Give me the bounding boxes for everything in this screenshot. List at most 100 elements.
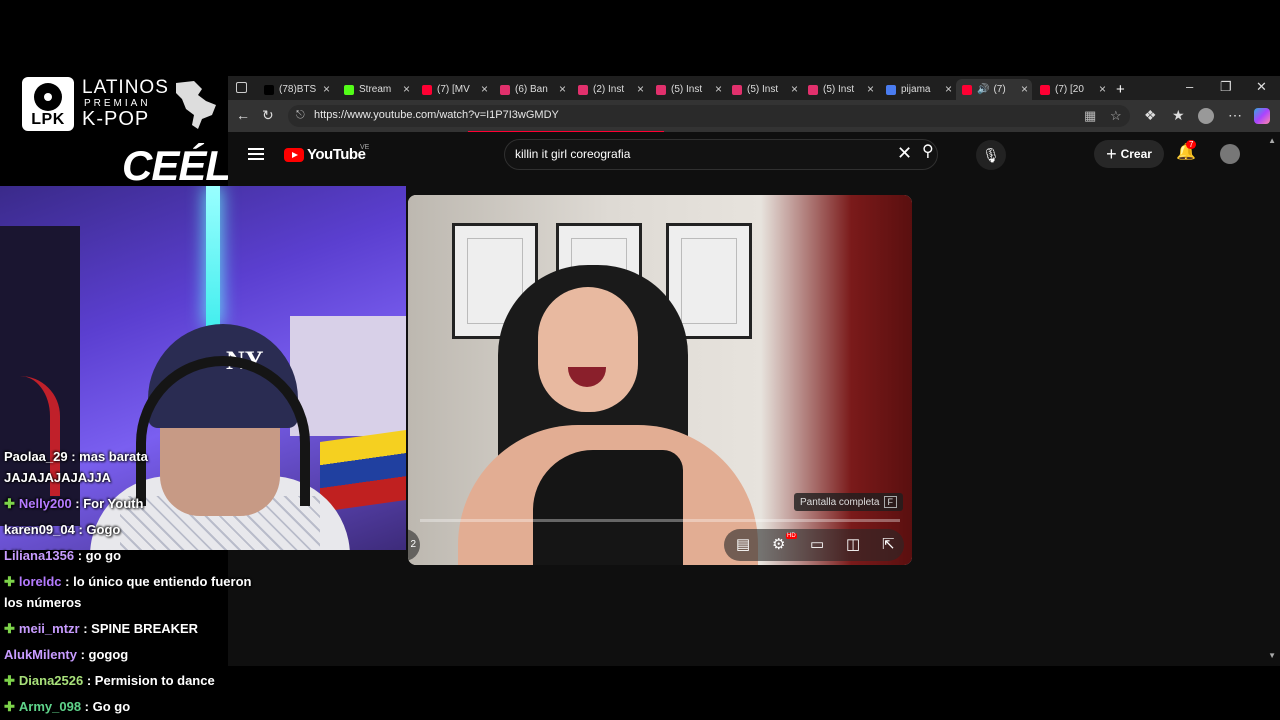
latin-america-map-icon <box>176 81 216 129</box>
chat-message: ✚ meii_mtzr : SPINE BREAKER <box>4 618 198 639</box>
close-window-button[interactable]: ✕ <box>1256 79 1267 95</box>
tab-item[interactable]: (2) Inst × <box>572 79 648 100</box>
close-tab-icon[interactable]: × <box>481 82 488 96</box>
chat-username[interactable]: loreldc <box>19 574 62 589</box>
close-tab-icon[interactable]: × <box>791 82 798 96</box>
chat-username[interactable]: Army_098 <box>19 699 81 714</box>
chat-username[interactable]: AlukMilenty <box>4 647 77 662</box>
tab-item[interactable]: (5) Inst × <box>802 79 878 100</box>
chat-message: Liliana1356 : go go <box>4 545 121 566</box>
chat-text: : go go <box>74 548 122 563</box>
logo-line-3: K-POP <box>82 108 150 130</box>
chat-message: los números <box>4 592 81 613</box>
tab-item[interactable]: (5) Inst × <box>726 79 802 100</box>
chat-message: JAJAJAJAJAJJA <box>4 467 111 488</box>
instagram-icon <box>732 84 742 95</box>
close-tab-icon[interactable]: × <box>715 82 722 96</box>
webcam-flag <box>320 429 406 513</box>
back-icon[interactable]: ← <box>236 107 250 123</box>
tab-item[interactable]: (7) [MV × <box>416 79 492 100</box>
chat-username[interactable]: Nelly200 <box>19 496 72 511</box>
chat-username[interactable]: Paolaa_29 <box>4 449 68 464</box>
chat-message: ✚ loreldc : lo único que entiendo fueron <box>4 571 251 592</box>
vinyl-disc-icon <box>34 83 62 111</box>
close-tab-icon[interactable]: × <box>1099 82 1106 96</box>
minimize-button[interactable]: – <box>1186 79 1193 94</box>
subscriber-gem-icon: ✚ <box>4 699 15 714</box>
chat-overlay: Paolaa_29 : mas barata JAJAJAJAJAJJA ✚ Nell… <box>0 448 268 720</box>
create-button[interactable]: + Crear <box>1094 140 1164 168</box>
subtitles-icon[interactable]: ▤ <box>736 535 750 553</box>
tab-bar: (78)BTS × Stream × (7) [MV × (6) Ban × (2) Inst ×… <box>228 76 1280 100</box>
app-available-icon[interactable]: ▦ <box>1084 108 1096 124</box>
close-tab-icon[interactable]: × <box>559 82 566 96</box>
fullscreen-tooltip-text: Pantalla completa <box>800 497 880 508</box>
profile-avatar[interactable] <box>1198 108 1214 124</box>
tab-item[interactable]: 🔊 (7) × <box>956 79 1032 100</box>
scroll-down-arrow-icon[interactable]: ▼ <box>1268 651 1276 660</box>
subscriber-gem-icon: ✚ <box>4 673 15 688</box>
youtube-logo[interactable]: YouTube <box>284 146 366 163</box>
tab-item[interactable]: (6) Ban × <box>494 79 570 100</box>
url-text: https://www.youtube.com/watch?v=I1P7I3wG… <box>314 109 559 121</box>
settings-gear-icon[interactable]: ⚙ <box>772 535 785 553</box>
close-tab-icon[interactable]: × <box>945 82 952 96</box>
chat-text: : mas barata <box>67 449 148 464</box>
lpk-logo: LPK LATINOS PREMIAN K-POP <box>22 77 222 133</box>
stream-frame: LPK LATINOS PREMIAN K-POP CEÉLE (78)BTS ×… <box>0 0 1280 720</box>
plus-icon: + <box>1106 143 1117 164</box>
chat-text: : SPINE BREAKER <box>79 621 199 636</box>
copilot-icon[interactable] <box>1254 108 1270 124</box>
close-tab-icon[interactable]: × <box>403 82 410 96</box>
tab-label: (78)BTS <box>279 84 317 95</box>
subscriber-gem-icon: ✚ <box>4 574 15 589</box>
close-tab-icon[interactable]: × <box>1021 82 1028 96</box>
extensions-icon[interactable]: ❖ <box>1144 107 1157 124</box>
reload-icon[interactable]: ↻ <box>262 107 274 124</box>
hd-badge: HD <box>786 533 797 539</box>
chat-message: Paolaa_29 : mas barata <box>4 446 148 467</box>
close-tab-icon[interactable]: × <box>867 82 874 96</box>
new-tab-button[interactable]: + <box>1116 79 1136 100</box>
clear-search-icon[interactable]: ✕ <box>897 143 912 164</box>
chat-text: : Permision to dance <box>83 673 215 688</box>
video-player[interactable]: Pantalla completa F 2 ▤ ⚙ HD ▭ ◫ ⇱ <box>408 195 912 565</box>
fullscreen-icon[interactable]: ⇱ <box>882 535 895 553</box>
favorite-star-icon[interactable]: ☆ <box>1110 108 1122 124</box>
speaker-icon[interactable]: 🔊 <box>977 84 989 95</box>
chat-username[interactable]: Diana2526 <box>19 673 83 688</box>
chat-text: : For Youth <box>71 496 144 511</box>
chat-username[interactable]: Liliana1356 <box>4 548 74 563</box>
tab-item[interactable]: (7) [20 × <box>1034 79 1110 100</box>
tab-label: Stream <box>359 84 392 95</box>
gemini-icon <box>886 84 896 95</box>
restore-button[interactable]: ❐ <box>1220 79 1232 95</box>
search-input[interactable] <box>515 147 875 161</box>
theater-mode-icon[interactable]: ▭ <box>810 535 824 553</box>
chat-username[interactable]: karen09_04 <box>4 522 75 537</box>
close-tab-icon[interactable]: × <box>637 82 644 96</box>
scroll-up-arrow-icon[interactable]: ▲ <box>1268 136 1276 145</box>
chat-username[interactable]: meii_mtzr <box>19 621 80 636</box>
favorites-icon[interactable]: ★ <box>1172 107 1185 124</box>
search-icon[interactable]: ⚲ <box>922 141 934 161</box>
tab-label: (5) Inst <box>671 84 703 95</box>
tab-item[interactable]: pijama × <box>880 79 956 100</box>
cast-icon[interactable]: ◫ <box>846 535 860 553</box>
tab-item[interactable]: (78)BTS × <box>258 79 334 100</box>
tab-actions-icon[interactable] <box>236 82 247 93</box>
site-info-icon[interactable]: ⎋ <box>296 109 305 122</box>
tab-item[interactable]: (5) Inst × <box>650 79 726 100</box>
close-tab-icon[interactable]: × <box>323 82 330 96</box>
more-menu-icon[interactable]: ⋯ <box>1228 107 1242 124</box>
account-avatar[interactable] <box>1220 144 1240 164</box>
tab-label: (5) Inst <box>747 84 779 95</box>
menu-icon[interactable] <box>248 148 264 160</box>
microphone-icon[interactable]: 🎙 <box>976 140 1006 170</box>
seek-bar[interactable] <box>420 519 900 522</box>
tab-item[interactable]: Stream × <box>338 79 414 100</box>
url-field[interactable]: ⎋ https://www.youtube.com/watch?v=I1P7I3… <box>288 105 1130 127</box>
youtube-header: YouTube VE ✕ ⚲ 🎙 + Crear 🔔 7 <box>228 132 1280 176</box>
tab-label: (7) [20 <box>1055 84 1084 95</box>
webcam-led-light <box>206 186 220 326</box>
